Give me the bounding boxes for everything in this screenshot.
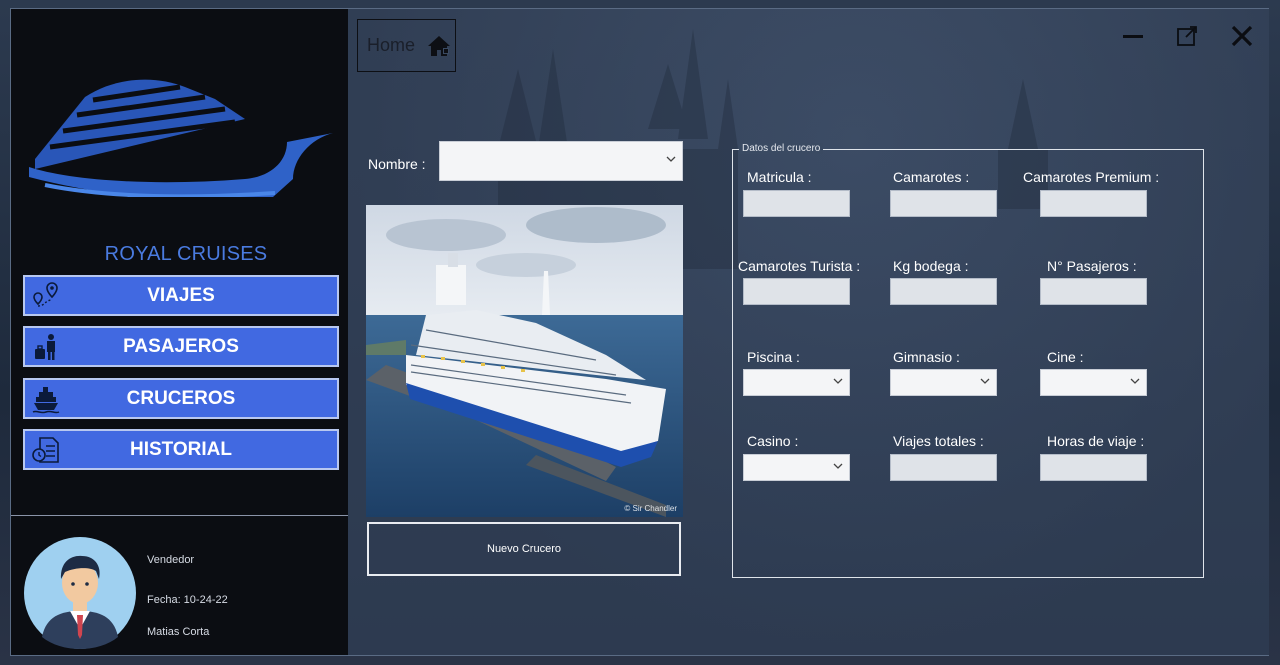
minimize-icon[interactable] (1120, 23, 1146, 49)
kg-bodega-field[interactable] (890, 278, 997, 305)
cine-label: Cine : (1047, 349, 1084, 365)
gimnasio-select[interactable] (890, 369, 997, 396)
close-icon[interactable] (1229, 23, 1255, 49)
nav-viajes-button[interactable]: VIAJES (23, 275, 339, 316)
camarotes-turista-label: Camarotes Turista : (738, 258, 861, 274)
home-label: Home (367, 35, 416, 55)
camarotes-premium-label: Camarotes Premium : (1023, 169, 1160, 185)
cruise-ship-photo: © Sir Chandler (366, 205, 683, 517)
ship-icon (32, 387, 60, 414)
horas-viaje-field[interactable] (1040, 454, 1147, 481)
nav-cruceros-button[interactable]: CRUCEROS (23, 378, 339, 419)
maximize-icon[interactable] (1174, 23, 1200, 49)
user-role: Vendedor (147, 554, 195, 566)
chevron-down-icon (666, 156, 676, 162)
piscina-select[interactable] (743, 369, 850, 396)
group-title: Datos del crucero (739, 143, 824, 154)
gimnasio-label: Gimnasio : (893, 349, 960, 365)
nombre-select[interactable] (439, 141, 683, 181)
matricula-label: Matricula : (747, 169, 812, 185)
sidebar-divider (11, 515, 348, 516)
camarotes-field[interactable] (890, 190, 997, 217)
viajes-totales-label: Viajes totales : (893, 433, 984, 449)
sidebar: ROYAL CRUISES VIAJES PASAJEROS CRUCEROS … (11, 9, 348, 655)
home-icon (428, 35, 451, 56)
casino-select[interactable] (743, 454, 850, 481)
camarotes-premium-field[interactable] (1040, 190, 1147, 217)
camarotes-turista-field[interactable] (743, 278, 850, 305)
nombre-label: Nombre : (368, 156, 426, 172)
chevron-down-icon (980, 378, 990, 384)
casino-label: Casino : (747, 433, 799, 449)
photo-credit: © Sir Chandler (624, 504, 677, 513)
nav-historial-button[interactable]: HISTORIAL (23, 429, 339, 470)
passenger-luggage-icon (35, 334, 55, 360)
user-date: Fecha: 10-24-22 (147, 594, 228, 606)
chevron-down-icon (1130, 378, 1140, 384)
chevron-down-icon (833, 378, 843, 384)
cruise-ship-logo (29, 79, 333, 197)
viajes-totales-field[interactable] (890, 454, 997, 481)
pasajeros-count-field[interactable] (1040, 278, 1147, 305)
nav-viajes-label: VIAJES (147, 284, 215, 306)
user-name: Matias Corta (147, 626, 210, 638)
kg-bodega-label: Kg bodega : (893, 258, 969, 274)
piscina-label: Piscina : (747, 349, 800, 365)
horas-viaje-label: Horas de viaje : (1047, 433, 1145, 449)
new-cruise-button[interactable]: Nuevo Crucero (367, 522, 681, 576)
pasajeros-count-label: N° Pasajeros : (1047, 258, 1137, 274)
camarotes-label: Camarotes : (893, 169, 970, 185)
matricula-field[interactable] (743, 190, 850, 217)
nav-cruceros-label: CRUCEROS (126, 387, 236, 409)
cine-select[interactable] (1040, 369, 1147, 396)
chevron-down-icon (833, 463, 843, 469)
nav-pasajeros-button[interactable]: PASAJEROS (23, 326, 339, 367)
nav-historial-label: HISTORIAL (129, 438, 233, 460)
nav-pasajeros-label: PASAJEROS (123, 335, 239, 357)
map-pin-route-icon (33, 282, 58, 307)
home-breadcrumb[interactable]: Home (357, 19, 456, 72)
main-window: ROYAL CRUISES VIAJES PASAJEROS CRUCEROS … (10, 8, 1269, 656)
history-document-icon (32, 437, 59, 463)
brand-name: ROYAL CRUISES (104, 243, 268, 265)
user-avatar (24, 537, 136, 649)
